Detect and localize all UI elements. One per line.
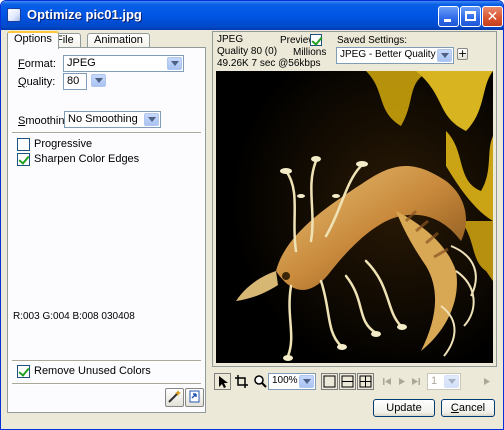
- options-panel: Format: JPEG Quality: 80 Smoothing: No S…: [7, 47, 206, 413]
- cancel-hotkey: C: [450, 402, 459, 414]
- saved-settings-label: Saved Settings:: [337, 35, 408, 46]
- cancel-label-rest: ancel: [458, 402, 486, 414]
- smoothing-value: No Smoothing: [68, 113, 138, 125]
- magnifier-icon: [254, 375, 267, 388]
- next-frame-icon: [484, 378, 490, 385]
- color-readout: R:003 G:004 B:008 030408: [13, 311, 135, 322]
- last-frame-icon: [412, 378, 420, 385]
- chevron-down-icon[interactable]: [444, 375, 459, 388]
- quality-input[interactable]: 80: [63, 73, 87, 90]
- window-title: Optimize pic01.jpg: [27, 7, 142, 22]
- four-up-view-button[interactable]: [357, 373, 374, 390]
- divider: [12, 132, 201, 134]
- title-bar[interactable]: Optimize pic01.jpg ✕: [1, 1, 503, 30]
- preview-colors: Millions: [293, 47, 327, 58]
- preview-checkbox[interactable]: [310, 34, 322, 46]
- remove-unused-label: Remove Unused Colors: [34, 365, 151, 377]
- optimize-dialog: Optimize pic01.jpg ✕ Options File Animat…: [0, 0, 504, 430]
- preview-format: JPEG: [217, 34, 244, 45]
- format-label: Format:: [18, 58, 56, 70]
- frame-value: 1: [431, 375, 438, 387]
- minimize-icon: [444, 19, 451, 22]
- frame-select[interactable]: 1: [427, 373, 461, 390]
- quality-label-rest: uality:: [26, 76, 56, 88]
- minimize-button[interactable]: [438, 6, 459, 27]
- tab-options[interactable]: Options: [7, 31, 59, 49]
- wand-button[interactable]: [165, 388, 184, 407]
- chevron-down-icon[interactable]: [299, 375, 314, 388]
- zoom-value: 100%: [272, 375, 298, 386]
- format-select[interactable]: JPEG: [63, 55, 184, 72]
- magic-wand-icon: [168, 390, 181, 403]
- format-label-rest: ormat:: [24, 58, 56, 70]
- saved-settings-select[interactable]: JPEG - Better Quality: [336, 47, 454, 64]
- preview-image[interactable]: [216, 71, 493, 363]
- maximize-icon: [465, 11, 476, 21]
- progressive-checkbox[interactable]: [17, 138, 30, 151]
- last-frame-button[interactable]: [407, 373, 424, 390]
- zoom-tool[interactable]: [252, 373, 269, 390]
- cancel-button[interactable]: Cancel: [441, 399, 495, 417]
- 4-up-view-icon: [359, 375, 372, 388]
- progressive-label: Progressive: [34, 138, 93, 150]
- tab-animation[interactable]: Animation: [87, 33, 150, 48]
- close-button[interactable]: ✕: [482, 6, 503, 27]
- preview-toolbar: 100% 1: [212, 372, 497, 392]
- divider: [12, 383, 201, 385]
- chevron-down-icon[interactable]: [437, 49, 452, 62]
- quality-value: 80: [67, 75, 80, 87]
- two-up-view-button[interactable]: [339, 373, 356, 390]
- crop-tool[interactable]: [233, 373, 250, 390]
- single-view-icon: [323, 375, 336, 388]
- chevron-down-icon[interactable]: [144, 113, 159, 126]
- export-button[interactable]: [185, 388, 204, 407]
- format-value: JPEG: [67, 57, 96, 69]
- saved-settings-value: JPEG - Better Quality: [340, 49, 436, 60]
- preview-size: 49.26K 7 sec @56kbps: [217, 58, 321, 69]
- pointer-tool[interactable]: [214, 373, 231, 390]
- 2-up-view-icon: [341, 375, 354, 388]
- add-settings-button[interactable]: +: [457, 48, 468, 60]
- close-icon: ✕: [486, 9, 499, 25]
- zoom-select[interactable]: 100%: [268, 373, 316, 390]
- maximize-button[interactable]: [460, 6, 481, 27]
- chevron-down-icon[interactable]: [167, 57, 182, 70]
- divider: [12, 360, 201, 362]
- remove-unused-checkbox[interactable]: [17, 365, 30, 378]
- next-frame-button[interactable]: [478, 373, 495, 390]
- sharpen-checkbox[interactable]: [17, 153, 30, 166]
- chevron-down-icon[interactable]: [91, 74, 106, 87]
- smoothing-select[interactable]: No Smoothing: [64, 111, 161, 128]
- sharpen-label: Sharpen Color Edges: [34, 153, 140, 165]
- export-wizard-icon: [189, 390, 200, 403]
- preview-quality: Quality 80 (0): [217, 46, 278, 57]
- crop-icon: [235, 375, 248, 388]
- update-button[interactable]: Update: [373, 399, 435, 417]
- pointer-icon: [219, 376, 228, 388]
- single-view-button[interactable]: [321, 373, 338, 390]
- sea-dragon-photo: [216, 71, 493, 363]
- quality-label: Quality:: [18, 76, 56, 88]
- window-icon: [7, 8, 21, 22]
- quality-slider-button[interactable]: [89, 73, 106, 90]
